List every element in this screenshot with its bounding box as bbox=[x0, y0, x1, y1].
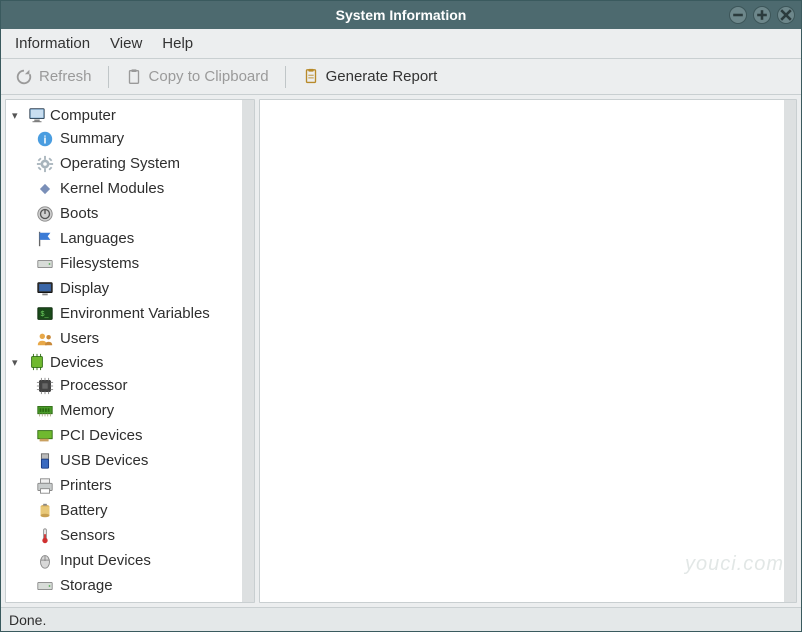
tree-item[interactable]: Languages bbox=[32, 226, 252, 251]
tree-group-label: Devices bbox=[50, 354, 103, 371]
info-icon: i bbox=[36, 130, 54, 148]
refresh-label: Refresh bbox=[39, 68, 92, 85]
tree-group-header[interactable]: ▾ Devices bbox=[8, 351, 252, 373]
tree-item-label: Display bbox=[60, 280, 109, 297]
tree-item[interactable]: Storage bbox=[32, 573, 252, 598]
drive-icon bbox=[36, 577, 54, 595]
pci-icon bbox=[36, 427, 54, 445]
tree-item[interactable]: Display bbox=[32, 276, 252, 301]
tree-item-label: Memory bbox=[60, 402, 114, 419]
tree-item[interactable]: Input Devices bbox=[32, 548, 252, 573]
tree-item-label: PCI Devices bbox=[60, 427, 143, 444]
chip-green-icon bbox=[28, 353, 46, 371]
tree-item-label: USB Devices bbox=[60, 452, 148, 469]
tree-item-label: Printers bbox=[60, 477, 112, 494]
computer-icon bbox=[28, 106, 46, 124]
menu-help[interactable]: Help bbox=[152, 31, 203, 56]
tree-item-label: Operating System bbox=[60, 155, 180, 172]
thermometer-icon bbox=[36, 527, 54, 545]
window-title: System Information bbox=[9, 7, 793, 23]
tree-item-label: Languages bbox=[60, 230, 134, 247]
svg-text:$_: $_ bbox=[41, 308, 50, 317]
status-text: Done. bbox=[9, 612, 46, 628]
tree-item[interactable]: Processor bbox=[32, 373, 252, 398]
report-icon bbox=[302, 68, 320, 86]
refresh-button[interactable]: Refresh bbox=[9, 65, 98, 89]
maximize-button[interactable] bbox=[753, 6, 771, 24]
tree-item-label: Kernel Modules bbox=[60, 180, 164, 197]
statusbar: Done. bbox=[1, 607, 801, 631]
tree-children: Processor Memory PCI Devices USB Devices Pri… bbox=[8, 373, 252, 598]
terminal-icon: $_ bbox=[36, 305, 54, 323]
tree-item[interactable]: i Summary bbox=[32, 126, 252, 151]
tree-item-label: Sensors bbox=[60, 527, 115, 544]
window-controls bbox=[729, 6, 795, 24]
tree-item[interactable]: Filesystems bbox=[32, 251, 252, 276]
tree-item[interactable]: Users bbox=[32, 326, 252, 351]
expand-arrow-icon: ▾ bbox=[12, 356, 24, 369]
battery-icon bbox=[36, 502, 54, 520]
mouse-icon bbox=[36, 552, 54, 570]
tree-item-label: Battery bbox=[60, 502, 108, 519]
svg-text:i: i bbox=[44, 134, 47, 146]
cpu-icon bbox=[36, 377, 54, 395]
tree-item-label: Input Devices bbox=[60, 552, 151, 569]
menu-information[interactable]: Information bbox=[5, 31, 100, 56]
tree-item[interactable]: Printers bbox=[32, 473, 252, 498]
tree-item[interactable]: Memory bbox=[32, 398, 252, 423]
copy-label: Copy to Clipboard bbox=[149, 68, 269, 85]
minimize-button[interactable] bbox=[729, 6, 747, 24]
report-label: Generate Report bbox=[326, 68, 438, 85]
toolbar: Refresh Copy to Clipboard Generate Repor… bbox=[1, 59, 801, 95]
tree-item-label: Summary bbox=[60, 130, 124, 147]
usb-icon bbox=[36, 452, 54, 470]
tree-item[interactable]: PCI Devices bbox=[32, 423, 252, 448]
tree-group-header[interactable]: ▾ Computer bbox=[8, 104, 252, 126]
tree-item-label: Boots bbox=[60, 205, 98, 222]
flag-icon bbox=[36, 230, 54, 248]
monitor-icon bbox=[36, 280, 54, 298]
users-icon bbox=[36, 330, 54, 348]
tree-item-label: Filesystems bbox=[60, 255, 139, 272]
drive-icon bbox=[36, 255, 54, 273]
diamond-icon bbox=[36, 180, 54, 198]
expand-arrow-icon: ▾ bbox=[12, 109, 24, 122]
menubar: Information View Help bbox=[1, 29, 801, 59]
tree-item-label: Users bbox=[60, 330, 99, 347]
tree-group: ▾ Computeri Summary Operating System Kernel … bbox=[8, 104, 252, 351]
tree-item-label: Storage bbox=[60, 577, 113, 594]
tree-pane: ▾ Computeri Summary Operating System Kernel … bbox=[5, 99, 255, 603]
clipboard-icon bbox=[125, 68, 143, 86]
tree-group: ▾ Devices Processor Memory PCI Devices USB De… bbox=[8, 351, 252, 598]
menu-view[interactable]: View bbox=[100, 31, 152, 56]
tree-item[interactable]: Kernel Modules bbox=[32, 176, 252, 201]
tree-item[interactable]: Operating System bbox=[32, 151, 252, 176]
generate-report-button[interactable]: Generate Report bbox=[296, 65, 444, 89]
printer-icon bbox=[36, 477, 54, 495]
tree-item[interactable]: Battery bbox=[32, 498, 252, 523]
memory-icon bbox=[36, 402, 54, 420]
close-button[interactable] bbox=[777, 6, 795, 24]
tree-item[interactable]: Boots bbox=[32, 201, 252, 226]
scrollbar[interactable] bbox=[242, 100, 254, 602]
gear-icon bbox=[36, 155, 54, 173]
toolbar-separator bbox=[285, 66, 286, 88]
watermark: youci.com bbox=[685, 553, 784, 576]
tree-group-label: Computer bbox=[50, 107, 116, 124]
tree-item-label: Environment Variables bbox=[60, 305, 210, 322]
tree[interactable]: ▾ Computeri Summary Operating System Kernel … bbox=[6, 100, 254, 602]
tree-item[interactable]: USB Devices bbox=[32, 448, 252, 473]
tree-children: i Summary Operating System Kernel Modules Bo… bbox=[8, 126, 252, 351]
titlebar: System Information bbox=[1, 1, 801, 29]
detail-pane: youci.com bbox=[259, 99, 797, 603]
tree-item-label: Processor bbox=[60, 377, 128, 394]
scrollbar[interactable] bbox=[784, 100, 796, 602]
copy-button[interactable]: Copy to Clipboard bbox=[119, 65, 275, 89]
tree-item[interactable]: $_ Environment Variables bbox=[32, 301, 252, 326]
toolbar-separator bbox=[108, 66, 109, 88]
content-area: ▾ Computeri Summary Operating System Kernel … bbox=[1, 95, 801, 607]
power-icon bbox=[36, 205, 54, 223]
refresh-icon bbox=[15, 68, 33, 86]
tree-item[interactable]: Sensors bbox=[32, 523, 252, 548]
